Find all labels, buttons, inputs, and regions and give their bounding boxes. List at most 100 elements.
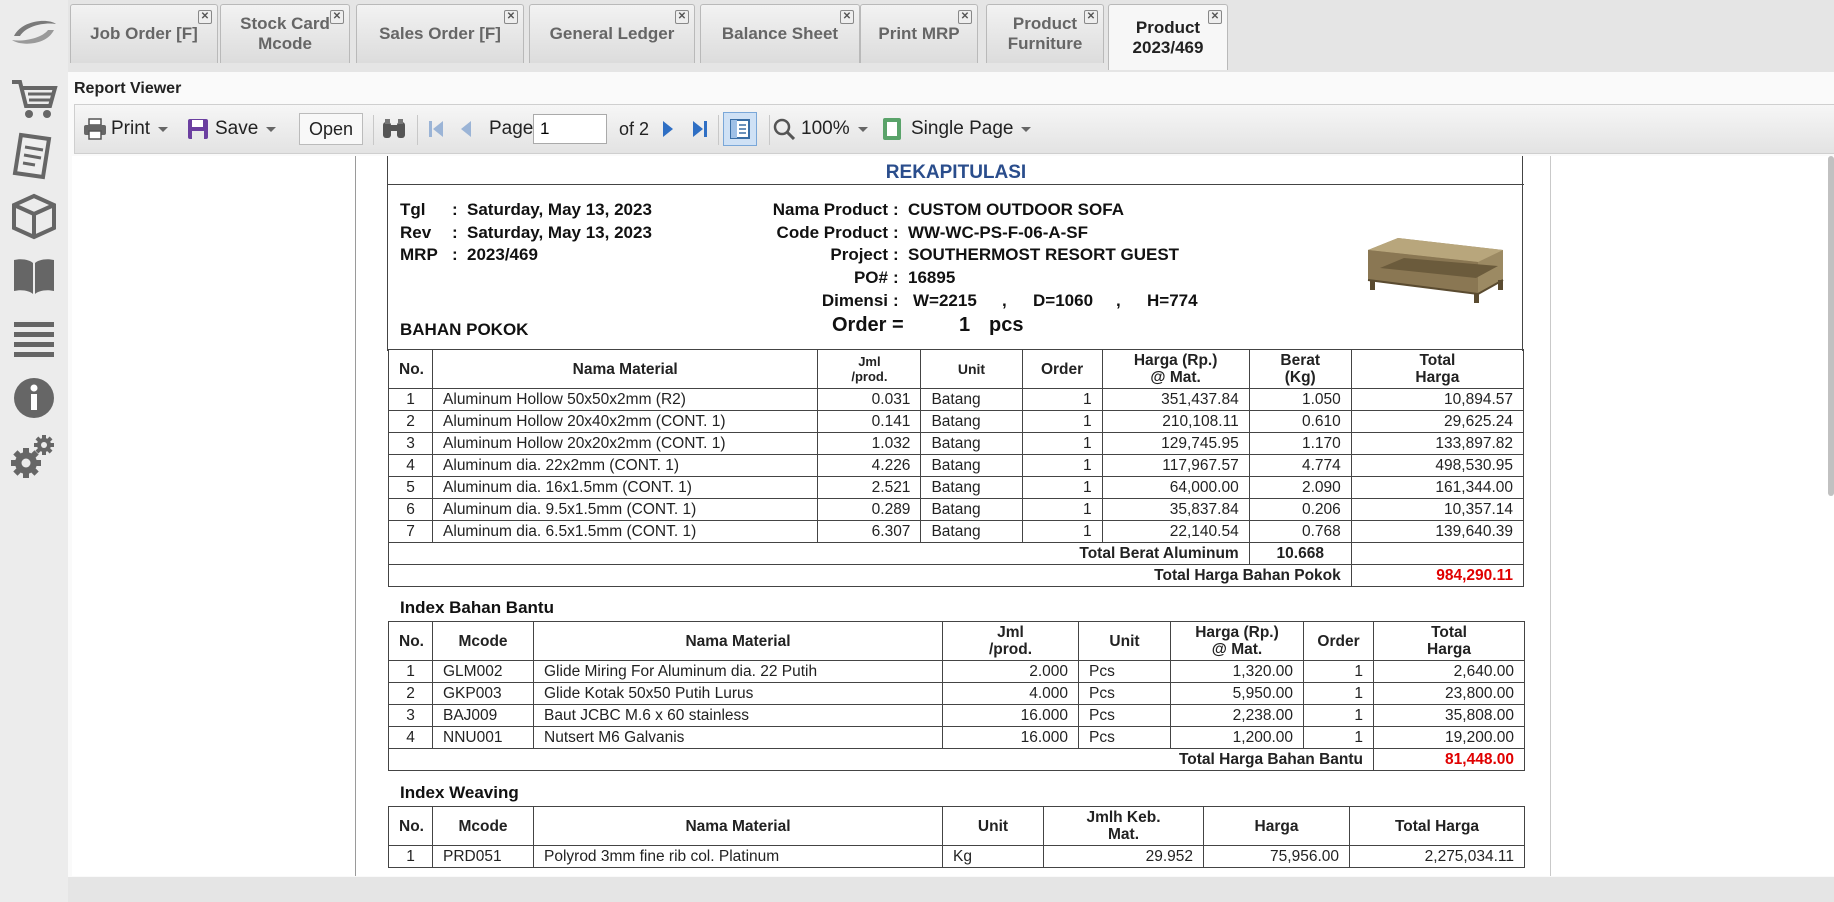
- table-cell: 6: [387, 498, 434, 521]
- tab-stock-card[interactable]: Stock Card Mcode ✕: [220, 4, 350, 63]
- table-cell: Batang: [920, 432, 1023, 455]
- tab-product-furniture[interactable]: Product Furniture ✕: [986, 4, 1104, 63]
- table-cell: 29.952: [1043, 845, 1204, 868]
- divider: [417, 115, 418, 145]
- table-cell: 351,437.84: [1101, 388, 1250, 411]
- table-cell: 2: [387, 410, 434, 433]
- colon: :: [452, 245, 458, 264]
- chevron-down-icon: [158, 126, 169, 132]
- close-icon[interactable]: ✕: [504, 10, 518, 24]
- list-icon[interactable]: [6, 312, 62, 364]
- section-weaving: Index Weaving: [400, 783, 519, 802]
- table-cell: 22,140.54: [1101, 520, 1250, 543]
- col-header: Mcode: [432, 806, 534, 846]
- page-edge-left: [355, 156, 356, 876]
- settings-icon[interactable]: [6, 430, 62, 482]
- table-cell: 35,837.84: [1101, 498, 1250, 521]
- tab-job-order[interactable]: Job Order [F] ✕: [70, 4, 218, 63]
- table-cell: Pcs: [1078, 682, 1171, 705]
- col-header: Unit: [1078, 621, 1171, 661]
- table-cell: Polyrod 3mm fine rib col. Platinum: [533, 845, 943, 868]
- code-product-label: Code Product: [776, 223, 888, 242]
- app-logo[interactable]: [8, 14, 60, 50]
- col-header: Jml /prod.: [817, 349, 922, 389]
- table-cell: 1: [1021, 476, 1103, 499]
- report-title: REKAPITULASI: [388, 162, 1524, 185]
- open-button[interactable]: Open: [299, 113, 363, 145]
- total-bahan-bantu-value: 81,448.00: [1373, 748, 1525, 771]
- close-icon[interactable]: ✕: [198, 10, 212, 24]
- last-page-button[interactable]: [691, 105, 709, 153]
- close-icon[interactable]: ✕: [840, 10, 854, 24]
- close-icon[interactable]: ✕: [675, 10, 689, 24]
- col-header: Total Harga: [1373, 621, 1525, 661]
- view-mode-dropdown[interactable]: Single Page: [881, 105, 1032, 153]
- save-button[interactable]: Save: [187, 105, 277, 153]
- table-row: 2 GKP003 Glide Kotak 50x50 Putih Lurus 4.00…: [388, 682, 1525, 705]
- next-page-button[interactable]: [661, 105, 675, 153]
- table-cell: Aluminum dia. 22x2mm (CONT. 1): [432, 454, 819, 477]
- first-page-button[interactable]: [427, 105, 445, 153]
- total-bahan-bantu-row: Total Harga Bahan Bantu 81,448.00: [388, 748, 1525, 771]
- colon: :: [893, 291, 899, 310]
- table-cell: 5: [387, 476, 434, 499]
- tab-label: Job Order [F]: [90, 24, 198, 43]
- print-button[interactable]: Print: [83, 105, 169, 153]
- table-cell: Kg: [942, 845, 1044, 868]
- colon: :: [893, 268, 899, 287]
- close-icon[interactable]: ✕: [330, 10, 344, 24]
- table-cell: Aluminum dia. 16x1.5mm (CONT. 1): [432, 476, 819, 499]
- tab-sales-order[interactable]: Sales Order [F] ✕: [356, 4, 524, 63]
- tab-general-ledger[interactable]: General Ledger ✕: [529, 4, 695, 63]
- table-cell: 1.032: [817, 432, 922, 455]
- table-cell: Batang: [920, 388, 1023, 411]
- previous-page-button[interactable]: [459, 105, 473, 153]
- tgl-label: Tgl: [400, 200, 426, 219]
- table-cell: 16.000: [942, 704, 1079, 727]
- table-cell: Batang: [920, 410, 1023, 433]
- close-icon[interactable]: ✕: [1208, 10, 1222, 24]
- vertical-scrollbar[interactable]: [1828, 156, 1834, 496]
- zoom-dropdown[interactable]: 100%: [773, 105, 868, 153]
- col-header: Unit: [920, 349, 1023, 389]
- info-icon[interactable]: [6, 372, 62, 424]
- tab-product-2023-469[interactable]: Product 2023/469 ✕: [1108, 4, 1228, 70]
- page-number-input[interactable]: [533, 114, 607, 144]
- table-cell: 1,320.00: [1170, 660, 1304, 683]
- table-cell: 1: [1021, 410, 1103, 433]
- col-header: Berat (Kg): [1248, 349, 1352, 389]
- app-sidebar: [0, 0, 69, 902]
- print-label: Print: [111, 118, 151, 139]
- table-row: 1 GLM002 Glide Miring For Aluminum dia. 22…: [388, 660, 1525, 683]
- table-row: 3 BAJ009 Baut JCBC M.6 x 60 stainless 16.00…: [388, 704, 1525, 727]
- table-cell: Batang: [920, 520, 1023, 543]
- comma: ,: [1116, 291, 1121, 310]
- table-cell: Pcs: [1078, 660, 1171, 683]
- col-header: Order: [1021, 349, 1103, 389]
- toggle-sidebar-button[interactable]: [723, 112, 757, 146]
- tab-print-mrp[interactable]: Print MRP ✕: [860, 4, 978, 63]
- table-cell: 0.610: [1248, 410, 1352, 433]
- table-cell: 1: [1303, 726, 1374, 749]
- table-cell: 1: [1021, 498, 1103, 521]
- table-row: 7 Aluminum dia. 6.5x1.5mm (CONT. 1) 6.307 B…: [387, 520, 1525, 543]
- empty-cell: [1350, 542, 1525, 565]
- close-icon[interactable]: ✕: [958, 10, 972, 24]
- table-row: 1 PRD051 Polyrod 3mm fine rib col. Platinu…: [388, 845, 1525, 868]
- product-image: [1358, 230, 1510, 314]
- bahan-bantu-table: No. Mcode Nama Material Jml /prod. Unit …: [388, 621, 1525, 771]
- table-cell: Pcs: [1078, 704, 1171, 727]
- table-cell: 0.768: [1248, 520, 1352, 543]
- floppy-icon: [188, 119, 208, 139]
- table-row: 3 Aluminum Hollow 20x20x2mm (CONT. 1) 1.03…: [387, 432, 1525, 455]
- book-icon[interactable]: [6, 250, 62, 302]
- find-button[interactable]: [381, 105, 407, 153]
- tab-balance-sheet[interactable]: Balance Sheet ✕: [700, 4, 860, 63]
- tab-label: Stock Card Mcode: [240, 14, 330, 53]
- weaving-table: No. Mcode Nama Material Unit Jmlh Keb. M…: [388, 806, 1525, 868]
- box-icon[interactable]: [6, 190, 62, 242]
- order-unit: pcs: [989, 314, 1024, 336]
- close-icon[interactable]: ✕: [1084, 10, 1098, 24]
- document-icon[interactable]: [6, 130, 62, 182]
- cart-icon[interactable]: [6, 72, 62, 124]
